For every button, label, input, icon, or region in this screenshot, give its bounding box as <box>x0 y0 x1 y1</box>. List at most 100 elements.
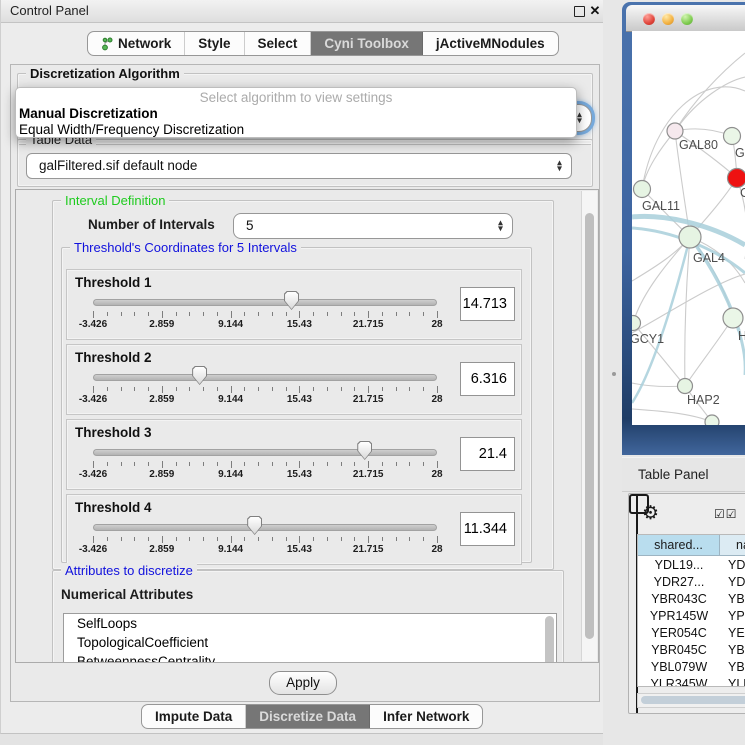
application-window: Control Panel ✕ NetworkStyleSelectCyni T… <box>0 0 745 745</box>
table-row[interactable]: YBR045CYBR0 <box>638 642 745 659</box>
threshold-value-field[interactable]: 14.713 <box>460 287 515 321</box>
attribute-list-item[interactable]: TopologicalCoefficient <box>64 633 556 652</box>
table-row[interactable]: YDR27...YDR2 <box>638 574 745 591</box>
select-columns-checkboxes-icon[interactable]: ☑☑ <box>714 507 738 521</box>
zoom-traffic-light-icon[interactable] <box>681 13 693 25</box>
attributes-list-scrollbar[interactable] <box>545 616 554 663</box>
table-row[interactable]: YBL079WYBL0 <box>638 659 745 676</box>
slider-track[interactable] <box>93 449 437 456</box>
threshold-slider[interactable]: -3.4262.8599.14415.4321.71528 <box>93 270 437 341</box>
tick-label: 15.43 <box>287 469 312 480</box>
slider-thumb[interactable] <box>357 441 372 460</box>
table-cell[interactable]: YPR1 <box>720 608 745 625</box>
numerical-attributes-list[interactable]: SelfLoopsTopologicalCoefficientBetweenne… <box>63 613 557 663</box>
network-node-label: C <box>740 186 745 200</box>
network-edge <box>685 318 733 386</box>
table-row[interactable]: YDL19...YDL1 <box>638 557 745 574</box>
network-node-label: HAP2 <box>687 393 720 407</box>
table-data-combobox[interactable]: galFiltered.sif default node ▲▼ <box>26 153 572 179</box>
close-traffic-light-icon[interactable] <box>643 13 655 25</box>
mode-tab-impute-data[interactable]: Impute Data <box>142 705 246 728</box>
table-cell[interactable]: YBR043C <box>638 591 720 608</box>
table-cell[interactable]: YER0 <box>720 625 745 642</box>
table-row[interactable]: YBR043CYBR0 <box>638 591 745 608</box>
threshold-value-field[interactable]: 6.316 <box>460 362 515 396</box>
network-node[interactable] <box>705 415 719 425</box>
network-node[interactable] <box>724 128 741 145</box>
slider-thumb[interactable] <box>247 516 262 535</box>
network-node[interactable] <box>632 316 641 331</box>
algorithm-option[interactable]: Equal Width/Frequency Discretization <box>16 122 576 138</box>
table-row[interactable]: YPR145WYPR1 <box>638 608 745 625</box>
table-cell[interactable]: YBR045C <box>638 642 720 659</box>
threshold-slider[interactable]: -3.4262.8599.14415.4321.71528 <box>93 420 437 491</box>
network-edge <box>633 237 690 323</box>
table-cell[interactable]: YLR3 <box>720 676 745 687</box>
threshold-slider[interactable]: -3.4262.8599.14415.4321.71528 <box>93 345 437 416</box>
network-thick-edge <box>632 237 690 403</box>
network-node[interactable] <box>667 123 683 139</box>
network-node[interactable] <box>679 226 701 248</box>
table-cell[interactable]: YBL079W <box>638 659 720 676</box>
table-cell[interactable]: YER054C <box>638 625 720 642</box>
tab-select[interactable]: Select <box>245 32 312 55</box>
table-cell[interactable]: YDL19... <box>638 557 720 574</box>
slider-thumb[interactable] <box>284 291 299 310</box>
mode-tab-discretize-data[interactable]: Discretize Data <box>246 705 370 728</box>
apply-button[interactable]: Apply <box>269 671 337 695</box>
slider-track[interactable] <box>93 524 437 531</box>
network-node[interactable] <box>723 308 743 328</box>
minimize-traffic-light-icon[interactable] <box>662 13 674 25</box>
table-column-header[interactable]: na <box>720 535 745 556</box>
tick-label: -3.426 <box>79 319 107 330</box>
attribute-list-item[interactable]: BetweennessCentrality <box>64 652 556 663</box>
table-cell[interactable]: YBR0 <box>720 642 745 659</box>
threshold-slider[interactable]: -3.4262.8599.14415.4321.71528 <box>93 495 437 566</box>
threshold-value-field[interactable]: 21.4 <box>460 437 515 471</box>
algorithm-option[interactable]: Manual Discretization <box>16 106 576 122</box>
table-cell[interactable]: YDR27... <box>638 574 720 591</box>
tab-cyni-toolbox[interactable]: Cyni Toolbox <box>311 32 423 55</box>
float-window-icon[interactable] <box>574 6 585 17</box>
table-cell[interactable]: YPR145W <box>638 608 720 625</box>
tab-jactivemnodules[interactable]: jActiveMNodules <box>423 32 558 55</box>
slider-track[interactable] <box>93 299 437 306</box>
tab-network[interactable]: Network <box>88 32 185 55</box>
table-row[interactable]: YER054CYER0 <box>638 625 745 642</box>
network-view-titlebar[interactable] <box>626 5 745 32</box>
table-cell[interactable]: YBL0 <box>720 659 745 676</box>
network-node[interactable] <box>634 181 651 198</box>
attribute-list-item[interactable]: SelfLoops <box>64 614 556 633</box>
table-row[interactable]: YLR345WYLR3 <box>638 676 745 687</box>
scrollbar-thumb[interactable] <box>641 696 745 704</box>
tick-label: 21.715 <box>353 544 384 555</box>
slider-thumb[interactable] <box>192 366 207 385</box>
network-node[interactable] <box>678 379 693 394</box>
table-data-group: Table Data galFiltered.sif default node … <box>17 139 593 187</box>
settings-vertical-scrollbar[interactable] <box>581 191 597 661</box>
table-horizontal-scrollbar[interactable] <box>637 693 745 708</box>
scrollbar-thumb[interactable] <box>585 213 594 639</box>
number-of-intervals-spinner[interactable]: 5 ▲▼ <box>233 213 513 239</box>
slider-track[interactable] <box>93 374 437 381</box>
table-cell[interactable]: YLR345W <box>638 676 720 687</box>
network-node[interactable] <box>728 169 745 188</box>
tab-style[interactable]: Style <box>185 32 244 55</box>
table-cell[interactable]: YDR2 <box>720 574 745 591</box>
tick-label: 2.859 <box>149 394 174 405</box>
table-cell[interactable]: YDL1 <box>720 557 745 574</box>
table-column-header[interactable]: shared... <box>638 535 720 556</box>
interval-definition-group: Interval Definition Number of Intervals … <box>52 200 554 570</box>
panel-divider[interactable] <box>603 0 622 745</box>
table-cell[interactable]: YBR0 <box>720 591 745 608</box>
number-of-intervals-value: 5 <box>246 218 254 233</box>
node-table[interactable]: shared...naYDL19...YDL1YDR27...YDR2YBR04… <box>637 534 745 687</box>
threshold-value-field[interactable]: 11.344 <box>460 512 515 546</box>
network-canvas[interactable]: GAL80GCGAL11GAL4HGCY1HAP2 <box>632 31 745 425</box>
divider-grip-icon <box>612 372 616 376</box>
close-icon[interactable]: ✕ <box>588 3 602 19</box>
control-panel-title: Control Panel <box>10 3 89 18</box>
combo-arrows-icon: ▲▼ <box>577 113 582 124</box>
mode-tab-infer-network[interactable]: Infer Network <box>370 705 482 728</box>
gear-icon[interactable]: ⚙ <box>642 502 659 524</box>
